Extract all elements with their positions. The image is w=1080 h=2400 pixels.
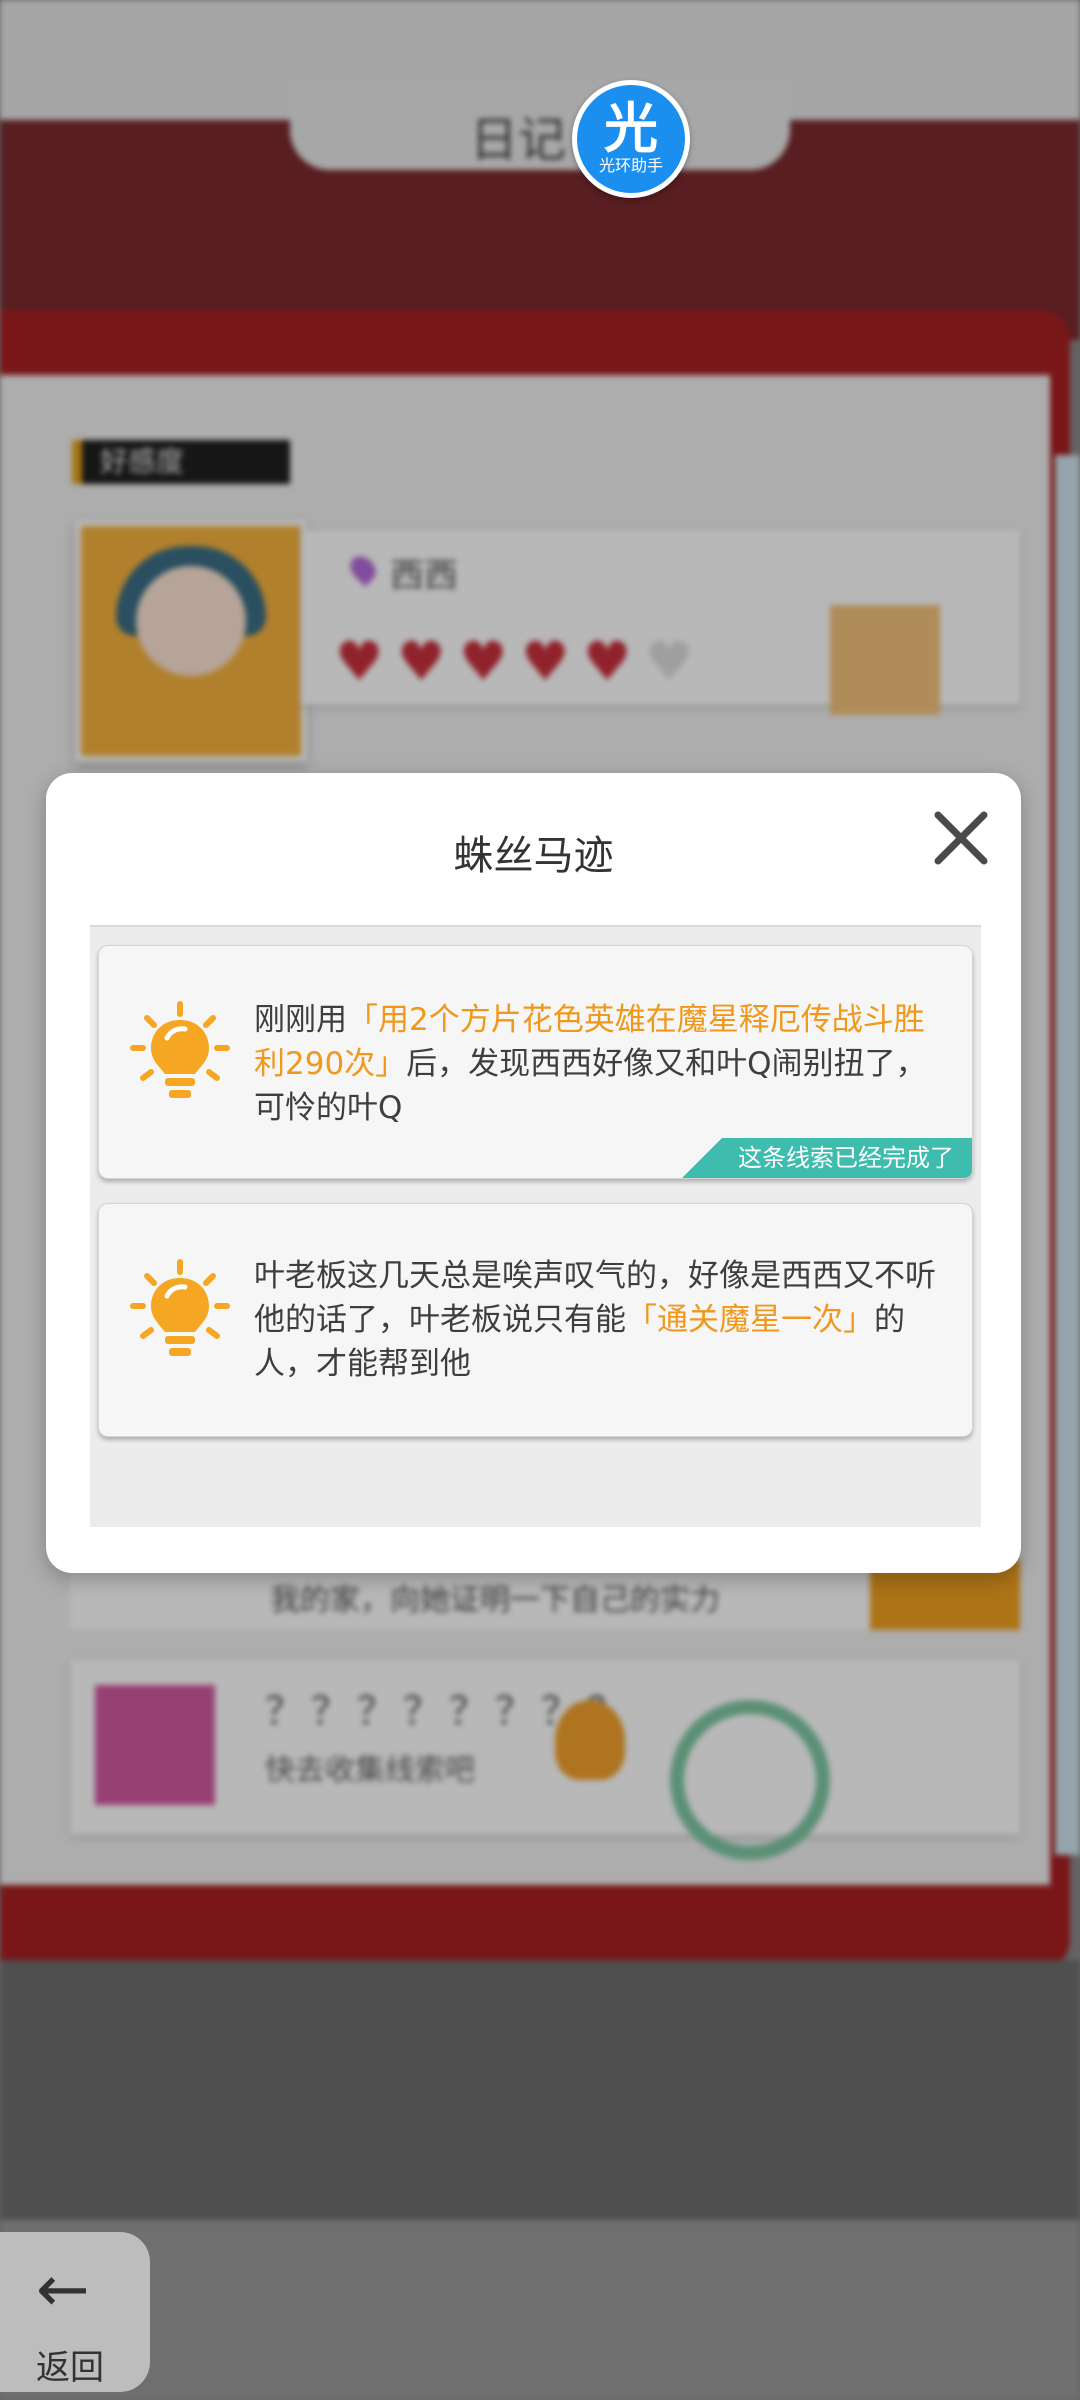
lightbulb-icon — [130, 1001, 230, 1098]
clue-list: 刚刚用「用2个方片花色英雄在魔星释厄传战斗胜利290次」后，发现西西好像又和叶Q… — [90, 925, 981, 1527]
watermark-badge: 光 光环助手 — [572, 80, 690, 198]
clue-text: 刚刚用「用2个方片花色英雄在魔星释厄传战斗胜利290次」后，发现西西好像又和叶Q… — [254, 1002, 927, 1126]
back-label: 返回 — [36, 2348, 104, 2388]
clue-card: 叶老板这几天总是唉声叹气的，好像是西西又不听他的话了，叶老板说只有能「通关魔星一… — [98, 1203, 973, 1437]
completed-tag: 这条线索已经完成了 — [682, 1138, 972, 1178]
clues-dialog: 蛛丝马迹 刚刚用「用2个方片花色英雄在魔星释厄传战斗胜利290次」后，发现西西好… — [46, 773, 1021, 1573]
clue-card: 刚刚用「用2个方片花色英雄在魔星释厄传战斗胜利290次」后，发现西西好像又和叶Q… — [98, 945, 973, 1179]
watermark-char: 光 — [604, 97, 658, 160]
dialog-title: 蛛丝马迹 — [453, 833, 614, 879]
close-button[interactable] — [926, 803, 996, 873]
watermark-text: 光环助手 — [598, 156, 663, 175]
close-icon — [934, 811, 988, 865]
clue-highlight: 「通关魔星一次」 — [626, 1302, 874, 1338]
back-button[interactable]: ← 返回 — [0, 2232, 150, 2392]
lightbulb-icon — [130, 1259, 230, 1356]
arrow-left-icon: ← — [36, 2253, 90, 2327]
clue-text: 叶老板这几天总是唉声叹气的，好像是西西又不听他的话了，叶老板说只有能「通关魔星一… — [254, 1258, 936, 1382]
